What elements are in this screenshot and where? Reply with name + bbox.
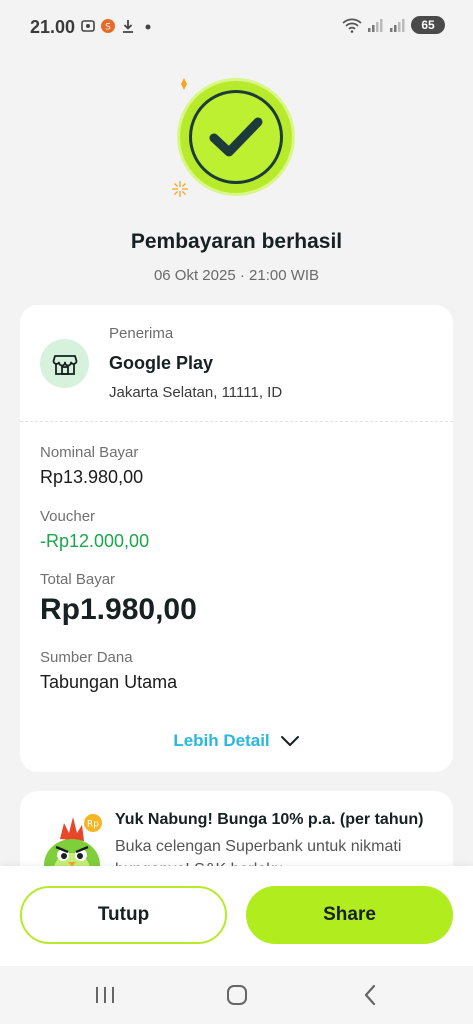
close-button[interactable]: Tutup <box>20 886 227 944</box>
nominal-label: Nominal Bayar <box>40 444 139 461</box>
status-bar: 21.00 S 65 <box>0 0 473 56</box>
recipient-name: Google Play <box>109 353 214 373</box>
voucher-value: -Rp12.000,00 <box>40 531 150 551</box>
promo-title: Yuk Nabung! Bunga 10% p.a. (per tahun) <box>115 811 424 828</box>
sparkle-icon <box>172 181 188 197</box>
transaction-datetime: 06 Okt 2025 · 21:00 WIB <box>153 267 320 284</box>
system-nav-bar <box>0 966 473 1024</box>
success-badge <box>177 78 295 196</box>
back-button[interactable] <box>355 982 385 1008</box>
signal-icon <box>368 19 383 32</box>
sparkle-icon <box>181 78 187 90</box>
status-icons-right: 65 <box>341 16 445 34</box>
total-value: Rp1.980,00 <box>40 593 197 626</box>
screen: 21.00 S 65 Pembayaran berhasil 06 Okt 20… <box>0 0 473 1024</box>
recipient-label: Penerima <box>109 325 174 342</box>
back-icon <box>364 984 376 1006</box>
status-time: 21.00 <box>30 17 76 37</box>
more-detail-label: Lebih Detail <box>173 731 270 750</box>
check-icon <box>209 117 263 157</box>
voucher-label: Voucher <box>40 508 96 525</box>
recent-apps-button[interactable] <box>90 982 120 1008</box>
download-icon <box>123 20 133 33</box>
recipient-address: Jakarta Selatan, 11111, ID <box>109 384 283 401</box>
signal-icon <box>390 19 405 32</box>
chevron-down-icon <box>280 736 299 746</box>
app-badge-icon: S <box>101 19 115 33</box>
share-button[interactable]: Share <box>246 886 453 944</box>
svg-text:S: S <box>105 23 111 33</box>
nominal-value: Rp13.980,00 <box>40 467 144 487</box>
more-detail-button[interactable]: Lebih Detail <box>20 731 453 751</box>
dot-icon <box>145 24 151 30</box>
success-badge-inner <box>189 90 283 184</box>
home-icon <box>227 985 247 1005</box>
receipt-card: Penerima Google Play Jakarta Selatan, 11… <box>20 305 453 772</box>
recipient-avatar <box>40 339 89 388</box>
screenshot-icon <box>81 20 95 32</box>
recent-apps-icon <box>96 987 114 1003</box>
page-title: Pembayaran berhasil <box>130 230 343 253</box>
battery-icon: 65 <box>411 16 445 34</box>
wifi-icon <box>342 18 362 33</box>
status-icons-left: S <box>80 18 156 34</box>
total-label: Total Bayar <box>40 571 116 588</box>
store-icon <box>52 354 77 375</box>
dashed-divider <box>20 421 453 422</box>
home-button[interactable] <box>222 982 252 1008</box>
success-hero <box>0 70 473 200</box>
action-bar: Tutup Share <box>0 866 473 966</box>
svg-text:Rp: Rp <box>87 820 99 830</box>
source-value: Tabungan Utama <box>40 672 178 692</box>
source-label: Sumber Dana <box>40 649 133 666</box>
